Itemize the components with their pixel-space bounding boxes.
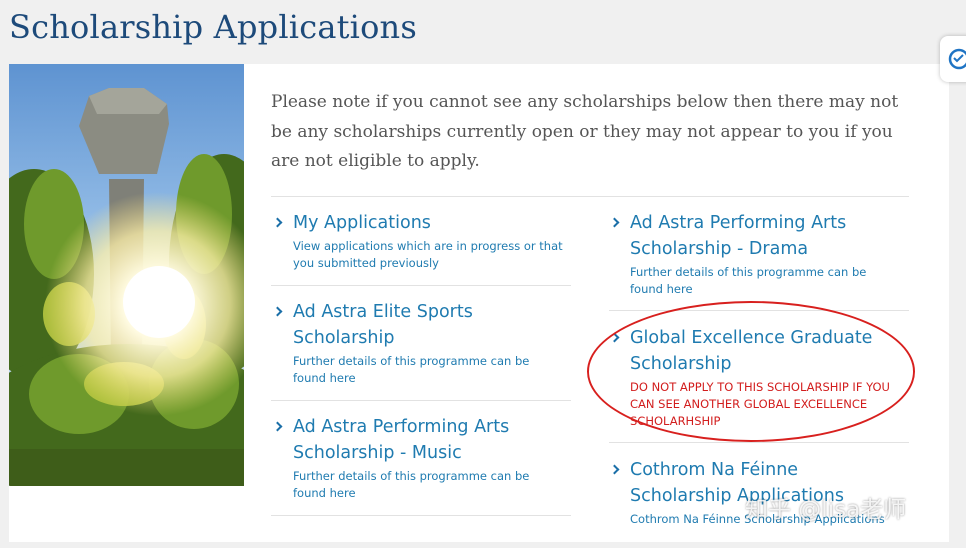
translate-widget-icon [948,48,966,70]
hero-image [9,64,244,486]
list-item-my-applications[interactable]: My Applications View applications which … [272,210,564,272]
item-description: View applications which are in progress … [293,239,563,270]
list-item-performing-arts-music[interactable]: Ad Astra Performing Arts Scholarship - M… [272,414,544,502]
chevron-right-icon [272,306,283,317]
watermark: 知乎 @lisa老师 [745,497,907,523]
item-description: Further details of this programme can be… [630,265,867,296]
chevron-right-icon [609,464,620,475]
item-title[interactable]: Ad Astra Performing Arts Scholarship - M… [293,414,544,466]
list-item-elite-sports[interactable]: Ad Astra Elite Sports Scholarship Furthe… [272,299,544,387]
chevron-right-icon [272,217,283,228]
translate-widget[interactable] [940,36,966,82]
top-divider [271,196,909,197]
page-title: Scholarship Applications [9,8,417,46]
chevron-right-icon [609,217,620,228]
item-divider [271,285,571,286]
intro-text: Please note if you cannot see any schola… [271,92,899,171]
item-description: Further details of this programme can be… [293,354,530,385]
item-divider [271,400,571,401]
chevron-right-icon [272,421,283,432]
item-divider [271,515,571,516]
item-title[interactable]: Ad Astra Elite Sports Scholarship [293,299,544,351]
item-description: Further details of this programme can be… [293,469,530,500]
item-divider [609,442,909,443]
annotation-circle [587,301,915,442]
content-card: Please note if you cannot see any schola… [9,64,949,542]
item-title[interactable]: Ad Astra Performing Arts Scholarship - D… [630,210,881,262]
item-title[interactable]: My Applications [293,210,564,236]
list-item-performing-arts-drama[interactable]: Ad Astra Performing Arts Scholarship - D… [609,210,881,298]
